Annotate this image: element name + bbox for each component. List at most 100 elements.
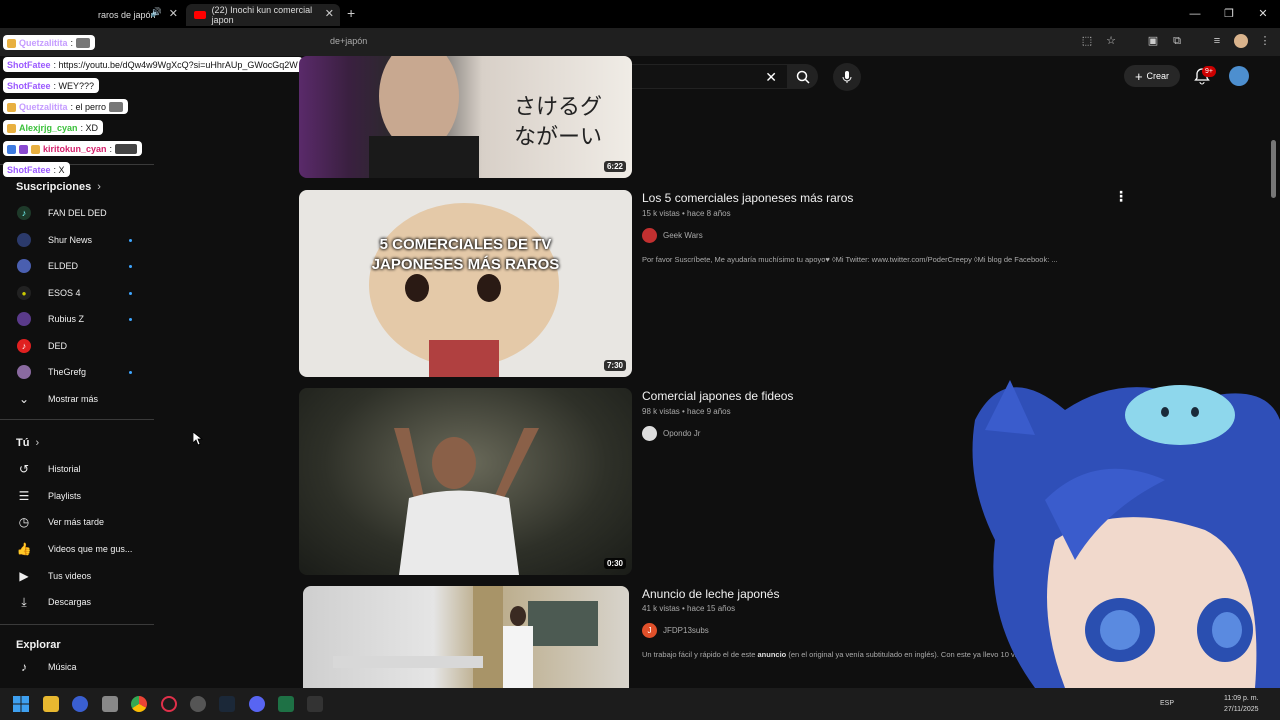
channel-link[interactable]: Opondo Jr [642, 426, 700, 441]
translate-icon[interactable]: ▣ [1146, 34, 1160, 48]
vtuber-avatar-overlay [972, 380, 1280, 688]
new-content-dot [129, 238, 132, 242]
sidebar-item-sub[interactable]: Rubius Z [0, 307, 154, 331]
sidebar-item-sub[interactable]: Shur News [0, 228, 154, 252]
search-button[interactable] [788, 64, 818, 89]
sidebar-item-sub[interactable]: TheGrefg [0, 360, 154, 384]
video-duration: 6:22 [603, 161, 626, 172]
restore-icon[interactable]: ❐ [1212, 0, 1246, 28]
menu-icon[interactable]: ⋮ [1258, 34, 1272, 48]
clear-search-icon[interactable]: ✕ [765, 69, 777, 86]
tab-1-label: raros de japón [98, 10, 156, 20]
bookmark-star-icon[interactable]: ☆ [1104, 34, 1118, 48]
video-title[interactable]: Comercial japones de fideos [642, 389, 793, 403]
subscriptions-title[interactable]: Suscripciones › [16, 181, 101, 193]
video-duration: 0:30 [603, 558, 626, 569]
emote-icon [109, 102, 124, 112]
sidebar-item-label: TheGrefg [48, 367, 87, 377]
sidebar-item-history[interactable]: ↺ Historial [0, 457, 154, 481]
sidebar-item-sub[interactable]: ♪ FAN DEL DED [0, 201, 154, 225]
extensions-icon[interactable]: ⧉ [1170, 34, 1184, 48]
opera-icon[interactable] [161, 696, 177, 712]
svg-text:ながーい: ながーい [514, 125, 602, 150]
channel-avatar: ♪ [17, 206, 31, 220]
chat-message: Alexjrjg_cyan : XD [3, 120, 104, 135]
install-icon[interactable]: ⬚ [1080, 34, 1094, 48]
video-meta: 98 k vistas • hace 9 años [642, 407, 731, 416]
thumbnail-text: 5 COMERCIALES DE TV JAPONESES MÁS RAROS [371, 236, 560, 273]
browser-icon[interactable] [72, 696, 88, 712]
thumbnail-alien-face-image [369, 203, 559, 377]
video-thumbnail[interactable]: 0:30 [299, 388, 632, 575]
voice-search-button[interactable] [833, 63, 861, 91]
tab-2[interactable]: (22) Inochi kun comercial japon ✕ [186, 4, 340, 26]
emote-icon [115, 144, 138, 154]
sub-badge-icon [7, 102, 16, 112]
close-tab-icon[interactable]: ✕ [169, 7, 178, 20]
channel-avatar [17, 233, 31, 247]
explore-title: Explorar [16, 639, 61, 651]
channel-link[interactable]: Geek Wars [642, 228, 703, 243]
channel-avatar [642, 426, 657, 441]
file-explorer-icon[interactable] [43, 696, 59, 712]
sidebar-item-label: Rubius Z [48, 314, 85, 324]
svg-text:さけるグ: さけるグ [514, 95, 602, 120]
sidebar-item-label: Playlists [48, 491, 82, 501]
clock[interactable]: 11:09 p. m. 27/11/2025 [1224, 693, 1259, 715]
close-window-icon[interactable]: ✕ [1246, 0, 1280, 28]
chat-username: Alexjrjg_cyan [19, 123, 78, 133]
create-button[interactable]: + Crear [1124, 65, 1180, 87]
windows-start-icon[interactable] [13, 696, 29, 712]
sidebar-item-music[interactable]: ♪ Música [0, 655, 154, 679]
channel-avatar [642, 228, 657, 243]
video-thumbnail[interactable]: さけるグ ながーい 6:22 [299, 56, 632, 178]
sidebar-item-show-more[interactable]: ⌄ Mostrar más [0, 387, 154, 411]
app-icon[interactable] [307, 696, 323, 712]
language-indicator[interactable]: ESP [1160, 700, 1174, 707]
sidebar-item-playlists[interactable]: ☰ Playlists [0, 484, 154, 508]
search-icon [796, 70, 810, 84]
video-thumbnail[interactable] [303, 586, 629, 688]
tab-1[interactable]: raros de japón 🔊 ✕ [64, 4, 184, 26]
sidebar-item-watch-later[interactable]: ◷ Ver más tarde [0, 510, 154, 534]
sidebar-item-your-videos[interactable]: ▶ Tus videos [0, 564, 154, 588]
scrollbar[interactable] [1271, 140, 1276, 198]
thumbnail-office-image [333, 586, 598, 688]
chrome-icon[interactable] [131, 696, 147, 712]
speaker-icon[interactable]: 🔊 [151, 7, 162, 18]
your-videos-icon: ▶ [19, 569, 29, 583]
steam-icon[interactable] [219, 696, 235, 712]
sidebar-item-label: DED [48, 341, 68, 351]
account-avatar[interactable] [1229, 66, 1249, 86]
video-title[interactable]: Anuncio de leche japonés [642, 587, 779, 601]
new-content-dot [129, 317, 132, 321]
discord-icon[interactable] [249, 696, 265, 712]
new-tab-icon[interactable]: + [347, 5, 355, 21]
badge-icon [31, 144, 40, 154]
address-bar[interactable]: de+japón ⬚ ☆ ▣ ⧉ ≡ ⋮ [0, 28, 1280, 56]
media-icon[interactable]: ≡ [1210, 34, 1224, 48]
obs-icon[interactable] [190, 696, 206, 712]
sidebar-item-label: Música [48, 662, 77, 672]
divider [0, 419, 154, 420]
video-title[interactable]: Los 5 comerciales japoneses más raros [642, 191, 853, 205]
profile-avatar[interactable] [1234, 34, 1248, 48]
sidebar-item-label: Tus videos [48, 571, 92, 581]
more-options-icon[interactable]: ⋮ [1114, 189, 1128, 203]
sidebar-item-downloads[interactable]: ⤓ Descargas [0, 590, 154, 614]
channel-link[interactable]: J JFDP13subs [642, 623, 709, 638]
create-label: Crear [1146, 71, 1170, 81]
app-icon[interactable] [102, 696, 118, 712]
excel-icon[interactable] [278, 696, 294, 712]
close-tab-icon[interactable]: ✕ [325, 7, 334, 20]
video-thumbnail[interactable]: 5 COMERCIALES DE TV JAPONESES MÁS RAROS … [299, 190, 632, 377]
sidebar-item-liked[interactable]: 👍 Videos que me gus... [0, 537, 154, 561]
address-text: de+japón [330, 36, 368, 46]
minimize-icon[interactable]: — [1178, 0, 1212, 28]
sidebar-item-sub[interactable]: ● ESOS 4 [0, 281, 154, 305]
you-title[interactable]: Tú › [16, 437, 39, 449]
plus-icon: + [1134, 68, 1143, 84]
sidebar-item-sub[interactable]: ELDED [0, 254, 154, 278]
sidebar-item-sub[interactable]: ♪ DED [0, 334, 154, 358]
new-content-dot [129, 264, 132, 268]
